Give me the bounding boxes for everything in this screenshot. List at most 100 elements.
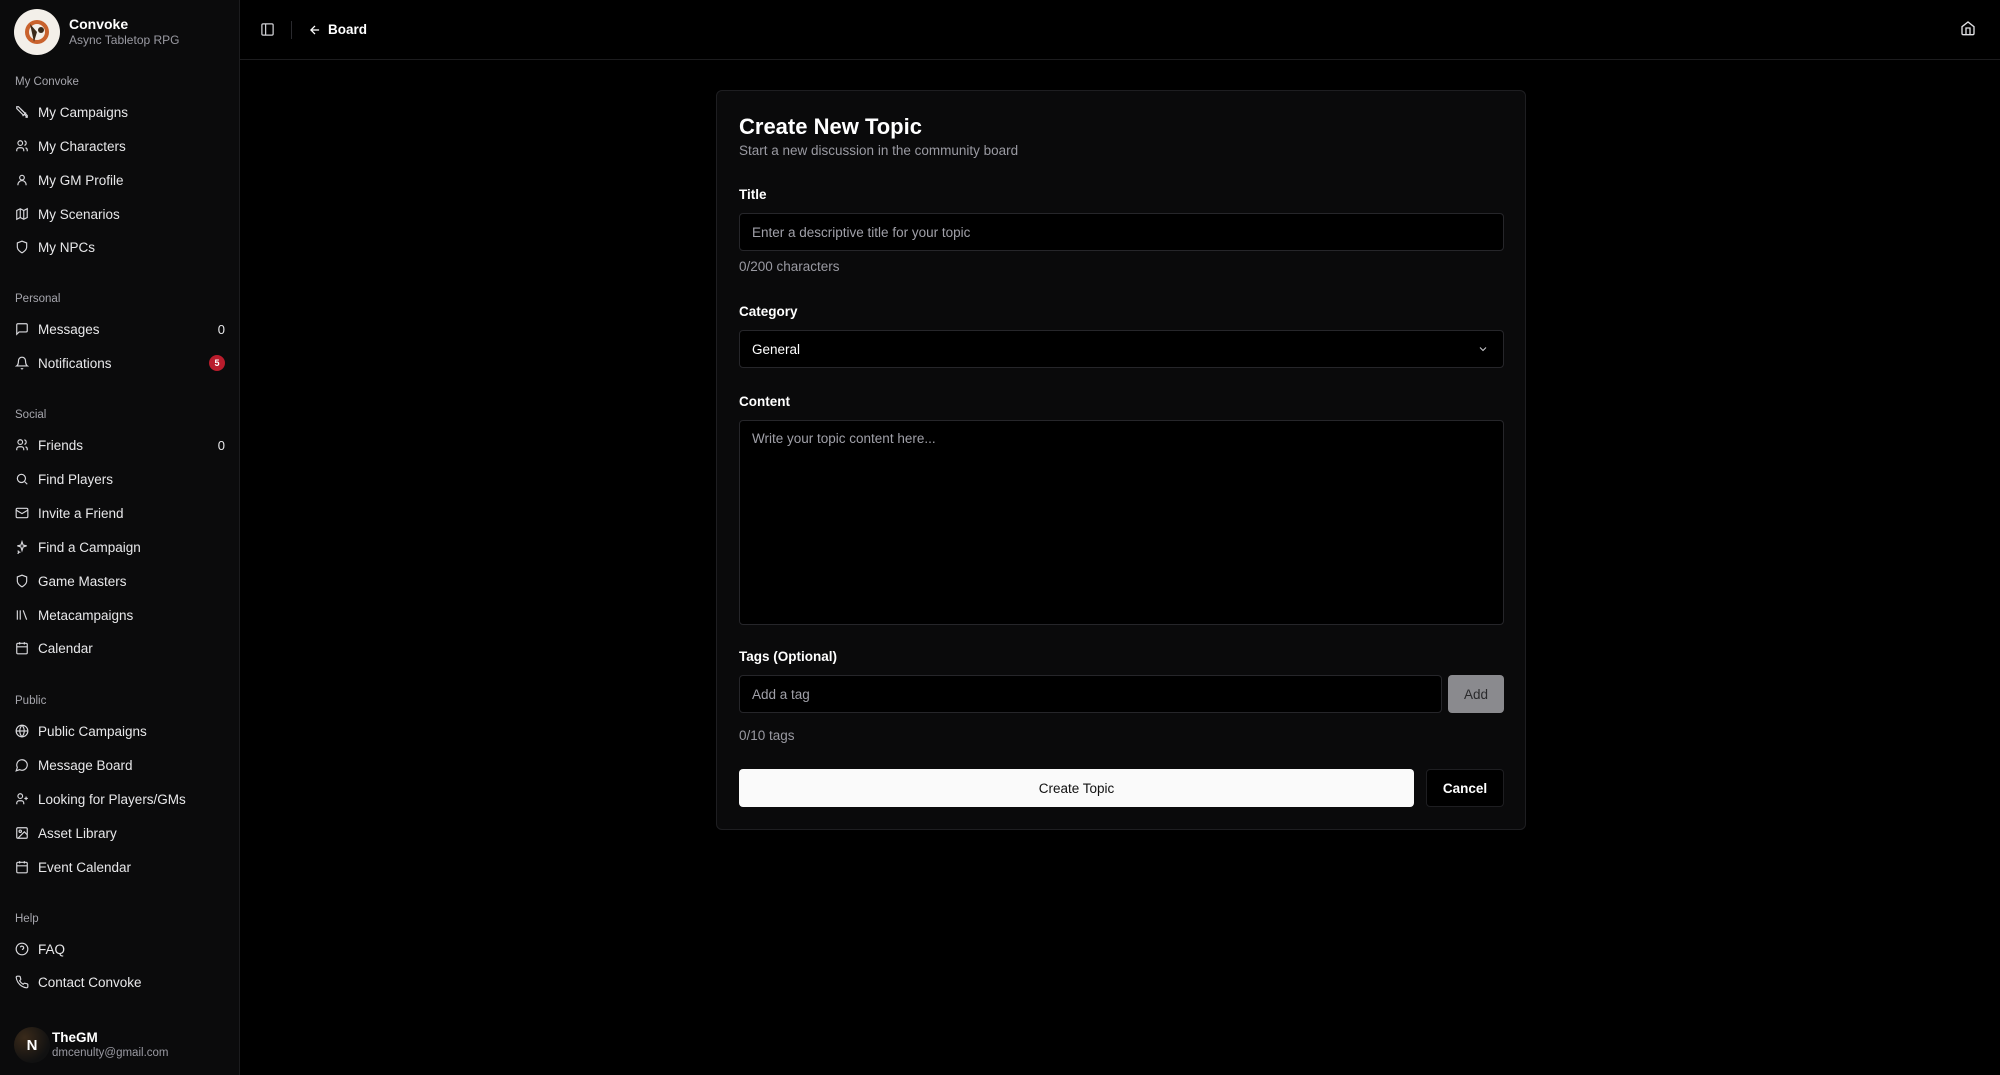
users-icon [15,438,29,452]
sidebar-item-metacampaigns[interactable]: Metacampaigns [0,600,240,630]
group-label-personal: Personal [15,293,61,305]
sidebar-item-message-board[interactable]: Message Board [0,750,240,780]
home-button[interactable] [1960,20,1978,38]
category-selected-value: General [752,341,801,357]
sidebar-item-label: Game Masters [38,573,127,589]
sidebar-item-label: Message Board [38,757,133,773]
sidebar-item-public-campaigns[interactable]: Public Campaigns [0,716,240,746]
crossed-swords-icon [15,105,29,119]
friends-count: 0 [217,437,225,453]
sidebar-item-my-scenarios[interactable]: My Scenarios [0,199,240,229]
form-actions: Create Topic Cancel [739,769,1504,807]
sidebar-item-label: Notifications [38,355,112,371]
sidebar-toggle-button[interactable] [257,20,277,40]
panel-left-icon [260,23,274,36]
sidebar-item-label: My Characters [38,138,126,154]
main-content: Board Create New Topic Start a new discu… [240,0,2000,1075]
sidebar-item-label: Looking for Players/GMs [38,791,186,807]
sidebar-item-looking-for-players[interactable]: Looking for Players/GMs [0,784,240,814]
user-email: dmcenulty@gmail.com [52,1047,169,1059]
library-icon [15,608,29,622]
calendar-icon [15,641,29,655]
brand-name: Convoke [69,16,129,32]
sidebar-item-label: My GM Profile [38,172,124,188]
divider [291,20,292,39]
tag-row: Add a tag Add [739,675,1504,713]
shield-icon [15,574,29,588]
sidebar-item-label: My Campaigns [38,104,129,120]
messages-count: 0 [217,321,225,337]
mail-icon [15,506,29,520]
tag-input[interactable]: Add a tag [739,675,1442,713]
sidebar-item-contact-convoke[interactable]: Contact Convoke [0,967,240,997]
chevron-down-icon [1479,347,1487,352]
sidebar-item-label: Find a Campaign [38,539,141,555]
category-select[interactable]: General [739,330,1504,368]
category-label: Category [739,304,798,319]
phone-icon [15,975,29,989]
add-tag-button[interactable]: Add [1448,675,1504,713]
title-label: Title [739,187,767,202]
sidebar-item-my-campaigns[interactable]: My Campaigns [0,97,240,127]
sidebar-item-my-npcs[interactable]: My NPCs [0,232,240,262]
sparkles-icon [15,540,29,554]
user-profile[interactable]: N TheGM dmcenulty@gmail.com [14,1027,169,1063]
create-topic-card: Create New Topic Start a new discussion … [716,90,1526,830]
page-subtitle: Start a new discussion in the community … [739,143,1019,158]
sidebar: Convoke Async Tabletop RPG My Convoke My… [0,0,240,1075]
sidebar-item-calendar[interactable]: Calendar [0,633,240,663]
tags-label: Tags (Optional) [739,649,837,664]
tags-counter: 0/10 tags [739,728,795,743]
bell-icon [15,356,29,370]
back-to-board-link[interactable]: Board [308,22,367,37]
sidebar-item-invite-a-friend[interactable]: Invite a Friend [0,498,240,528]
page-title: Create New Topic [739,114,922,139]
sidebar-item-event-calendar[interactable]: Event Calendar [0,852,240,882]
sidebar-item-asset-library[interactable]: Asset Library [0,818,240,848]
title-char-counter: 0/200 characters [739,259,840,274]
sidebar-item-notifications[interactable]: Notifications 5 [0,348,240,378]
users-icon [15,139,29,153]
avatar: N [14,1027,50,1063]
sidebar-item-game-masters[interactable]: Game Masters [0,566,240,596]
sidebar-item-find-a-campaign[interactable]: Find a Campaign [0,532,240,562]
top-bar: Board [240,0,2000,60]
sidebar-item-label: Metacampaigns [38,607,134,623]
map-icon [15,207,29,221]
title-input[interactable]: Enter a descriptive title for your topic [739,213,1504,251]
sidebar-item-faq[interactable]: FAQ [0,934,240,964]
sidebar-item-messages[interactable]: Messages 0 [0,314,240,344]
sidebar-item-label: Event Calendar [38,859,132,875]
sidebar-item-friends[interactable]: Friends 0 [0,430,240,460]
sidebar-item-label: My NPCs [38,239,95,255]
create-topic-button[interactable]: Create Topic [739,769,1414,807]
convoke-logo-icon [14,9,60,55]
sidebar-item-label: Calendar [38,640,93,656]
arrow-left-icon [310,24,320,35]
user-plus-icon [15,792,29,806]
sidebar-item-my-characters[interactable]: My Characters [0,131,240,161]
group-label-public: Public [15,695,47,707]
shield-icon [15,240,29,254]
brand-subtitle: Async Tabletop RPG [69,33,180,47]
content-textarea[interactable]: Write your topic content here... [739,420,1504,625]
cancel-button[interactable]: Cancel [1426,769,1504,807]
sidebar-item-label: Public Campaigns [38,723,147,739]
globe-icon [15,724,29,738]
image-icon [15,826,29,840]
user-name: TheGM [52,1030,98,1045]
message-icon [15,758,29,772]
help-circle-icon [15,942,29,956]
brand-header[interactable]: Convoke Async Tabletop RPG [0,0,239,58]
home-icon [1961,21,1975,36]
sidebar-item-label: Friends [38,437,84,453]
sidebar-item-my-gm-profile[interactable]: My GM Profile [0,165,240,195]
user-icon [15,173,29,187]
sidebar-item-find-players[interactable]: Find Players [0,464,240,494]
sidebar-item-label: FAQ [38,941,66,957]
notifications-badge: 5 [209,355,225,371]
sidebar-item-label: Contact Convoke [38,974,142,990]
content-label: Content [739,394,790,409]
message-icon [15,322,29,336]
sidebar-item-label: Messages [38,321,100,337]
